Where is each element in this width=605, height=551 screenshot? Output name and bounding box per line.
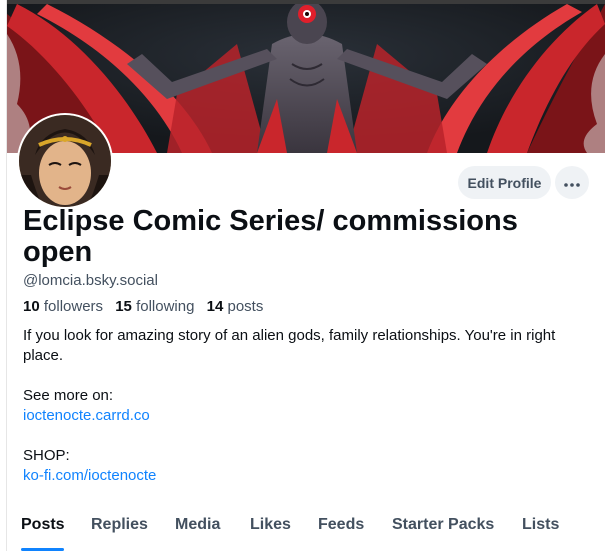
profile-avatar[interactable] [17, 113, 113, 209]
tab-media[interactable]: Media [175, 516, 220, 534]
tab-lists[interactable]: Lists [522, 516, 559, 534]
following-label: following [136, 298, 195, 315]
bio-link-kofi[interactable]: ko-fi.com/ioctenocte [23, 466, 583, 486]
following-stat[interactable]: 15 following [115, 298, 194, 315]
profile-display-name: Eclipse Comic Series/ commissions open [23, 205, 518, 268]
posts-count: 14 [206, 298, 224, 315]
ellipsis-icon [564, 174, 580, 192]
followers-stat[interactable]: 10 followers [23, 298, 103, 315]
profile-tabs: Posts Replies Media Likes Feeds Starter … [0, 506, 605, 551]
bio-link-carrd[interactable]: ioctenocte.carrd.co [23, 406, 583, 426]
tab-posts[interactable]: Posts [21, 516, 65, 534]
left-border [0, 0, 7, 551]
bio-text: If you look for amazing story of an alie… [23, 327, 556, 364]
followers-label: followers [43, 298, 104, 315]
posts-label: posts [227, 298, 264, 315]
profile-bio: If you look for amazing story of an alie… [23, 326, 583, 486]
profile-stats: 10 followers 15 following 14 posts [23, 298, 271, 315]
tab-feeds[interactable]: Feeds [318, 516, 364, 534]
more-options-button[interactable] [555, 166, 589, 199]
tab-replies[interactable]: Replies [91, 516, 148, 534]
edit-profile-button[interactable]: Edit Profile [458, 166, 551, 199]
following-count: 15 [115, 298, 132, 315]
tab-likes[interactable]: Likes [250, 516, 291, 534]
followers-count: 10 [23, 298, 40, 315]
posts-stat: 14 posts [207, 298, 264, 315]
bio-see-more: See more on: [23, 387, 114, 404]
bio-shop-label: SHOP: [23, 447, 70, 464]
tab-starter-packs[interactable]: Starter Packs [392, 516, 494, 534]
profile-handle: @lomcia.bsky.social [23, 272, 158, 289]
